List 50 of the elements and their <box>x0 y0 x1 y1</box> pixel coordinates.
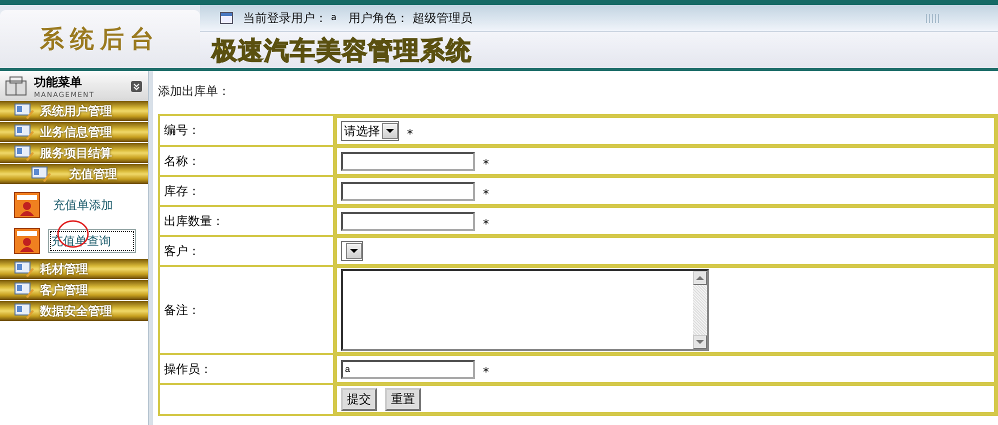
form-heading: 添加出库单： <box>158 83 231 100</box>
person-card-icon <box>14 192 40 218</box>
menu-title: 功能菜单 <box>34 74 83 90</box>
user-card-icon <box>31 166 52 182</box>
field-label: 编号： <box>164 123 200 137</box>
app-title: 极速汽车美容管理系统 <box>212 34 472 66</box>
user-card-icon <box>14 124 34 140</box>
scrollbar-icon <box>693 271 707 349</box>
dropdown[interactable] <box>341 241 363 261</box>
required-mark: * <box>407 127 413 141</box>
menu-item[interactable]: 充值管理 <box>0 164 148 185</box>
field-label: 备注： <box>164 302 200 316</box>
field-label: 操作员： <box>164 362 212 376</box>
user-label: 当前登录用户： <box>243 10 327 26</box>
role-label: 用户角色： <box>348 10 409 26</box>
text-area[interactable] <box>341 269 709 351</box>
field-label: 出库数量： <box>164 214 224 228</box>
user-card-icon <box>14 103 34 119</box>
text-field[interactable] <box>341 182 475 200</box>
field-label: 名称： <box>164 154 200 168</box>
menu-item[interactable]: 业务信息管理 <box>0 122 148 143</box>
brand-title: 系统后台 <box>40 23 160 55</box>
role-name: 超级管理员 <box>412 10 473 26</box>
field-label: 库存： <box>164 184 200 198</box>
required-mark: * <box>483 217 489 231</box>
required-mark: * <box>483 365 489 379</box>
window-icon <box>220 12 233 24</box>
dropdown[interactable]: 请选择 <box>341 121 399 141</box>
user-card-icon <box>14 145 34 161</box>
submenu-link[interactable]: 充值单添加 <box>48 194 118 216</box>
field-label: 客户： <box>164 244 200 258</box>
user-card-icon <box>14 261 34 277</box>
person-card-icon <box>14 228 40 254</box>
required-mark: * <box>483 187 489 201</box>
menu-item[interactable]: 客户管理 <box>0 280 148 301</box>
user-card-icon <box>14 282 34 298</box>
user-card-icon <box>14 303 34 319</box>
form-button[interactable]: 提交 <box>341 388 377 410</box>
menu-item[interactable]: 数据安全管理 <box>0 301 148 322</box>
menu-item[interactable]: 系统用户管理 <box>0 101 148 122</box>
form-button[interactable]: 重置 <box>385 388 421 410</box>
collapse-icon[interactable] <box>131 80 142 92</box>
menu-item[interactable]: 耗材管理 <box>0 259 148 280</box>
menu-item[interactable]: 服务项目结算 <box>0 143 148 164</box>
text-field[interactable]: a <box>341 360 475 378</box>
menu-board-icon <box>4 75 28 97</box>
text-field[interactable] <box>341 212 475 230</box>
text-field[interactable] <box>341 152 475 170</box>
user-name: a <box>331 13 337 23</box>
required-mark: * <box>483 157 489 171</box>
